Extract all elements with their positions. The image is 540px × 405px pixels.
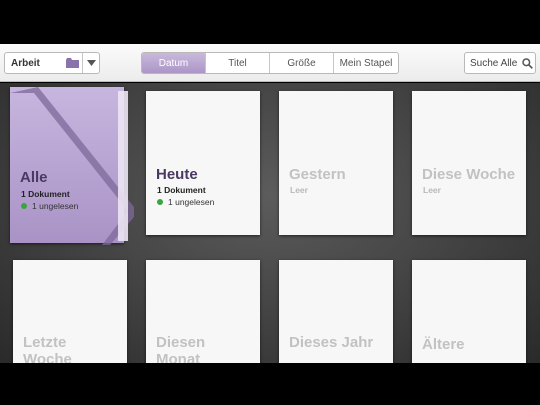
stack-title-line2: Woche	[23, 351, 72, 363]
stack-diese-woche[interactable]: Diese Woche Leer	[412, 91, 526, 235]
stack-count: 1 Dokument	[157, 185, 206, 195]
stack-title-line1: Diesen	[156, 334, 206, 351]
unread-count: 1 ungelesen	[32, 201, 79, 211]
stack-dieses-jahr[interactable]: Dieses Jahr	[279, 260, 393, 363]
unread-indicator: 1 ungelesen	[157, 197, 214, 207]
stack-alle[interactable]: Alle 1 Dokument 1 ungelesen	[10, 87, 134, 245]
stack-count: 1 Dokument	[21, 189, 70, 199]
sort-tabs: Datum Titel Größe Mein Stapel	[141, 52, 399, 74]
stack-title: Gestern	[289, 166, 346, 183]
search-field[interactable]: Suche Alle	[464, 52, 536, 74]
stack-heute[interactable]: Heute 1 Dokument 1 ungelesen	[146, 91, 260, 235]
stack-letzte-woche[interactable]: Letzte Woche	[13, 260, 127, 363]
top-bar	[0, 0, 540, 44]
stack-empty-label: Leer	[423, 185, 441, 195]
chevron-down-icon[interactable]	[83, 52, 99, 74]
bottom-bar	[0, 363, 540, 405]
stack-title: Ältere	[422, 336, 465, 353]
search-icon[interactable]	[519, 53, 535, 73]
stack-title-line2: Monat	[156, 351, 201, 363]
stack-board: Alle 1 Dokument 1 ungelesen Heute 1 Doku…	[0, 83, 540, 363]
stack-aeltere[interactable]: Ältere	[412, 260, 526, 363]
tab-datum[interactable]: Datum	[142, 53, 206, 73]
search-label: Suche Alle	[470, 57, 518, 69]
stack-title: Dieses Jahr	[289, 334, 374, 351]
folder-band-icon	[10, 87, 134, 245]
unread-dot-icon	[21, 203, 27, 209]
stack-title: Heute	[156, 166, 198, 183]
stack-gestern[interactable]: Gestern Leer	[279, 91, 393, 235]
stack-empty-label: Leer	[290, 185, 308, 195]
stack-title: Diese Woche	[422, 166, 516, 183]
tab-mein-stapel[interactable]: Mein Stapel	[334, 53, 398, 73]
unread-dot-icon	[157, 199, 163, 205]
unread-count: 1 ungelesen	[168, 197, 215, 207]
stack-title-line1: Letzte	[23, 334, 67, 351]
stack-title: Alle	[20, 169, 48, 186]
unread-indicator: 1 ungelesen	[21, 201, 78, 211]
folder-select[interactable]: Arbeit	[4, 52, 100, 74]
stack-diesen-monat[interactable]: Diesen Monat	[146, 260, 260, 363]
tab-titel[interactable]: Titel	[206, 53, 270, 73]
tab-groesse[interactable]: Größe	[270, 53, 334, 73]
folder-label: Arbeit	[11, 57, 40, 69]
folder-icon	[64, 52, 80, 74]
